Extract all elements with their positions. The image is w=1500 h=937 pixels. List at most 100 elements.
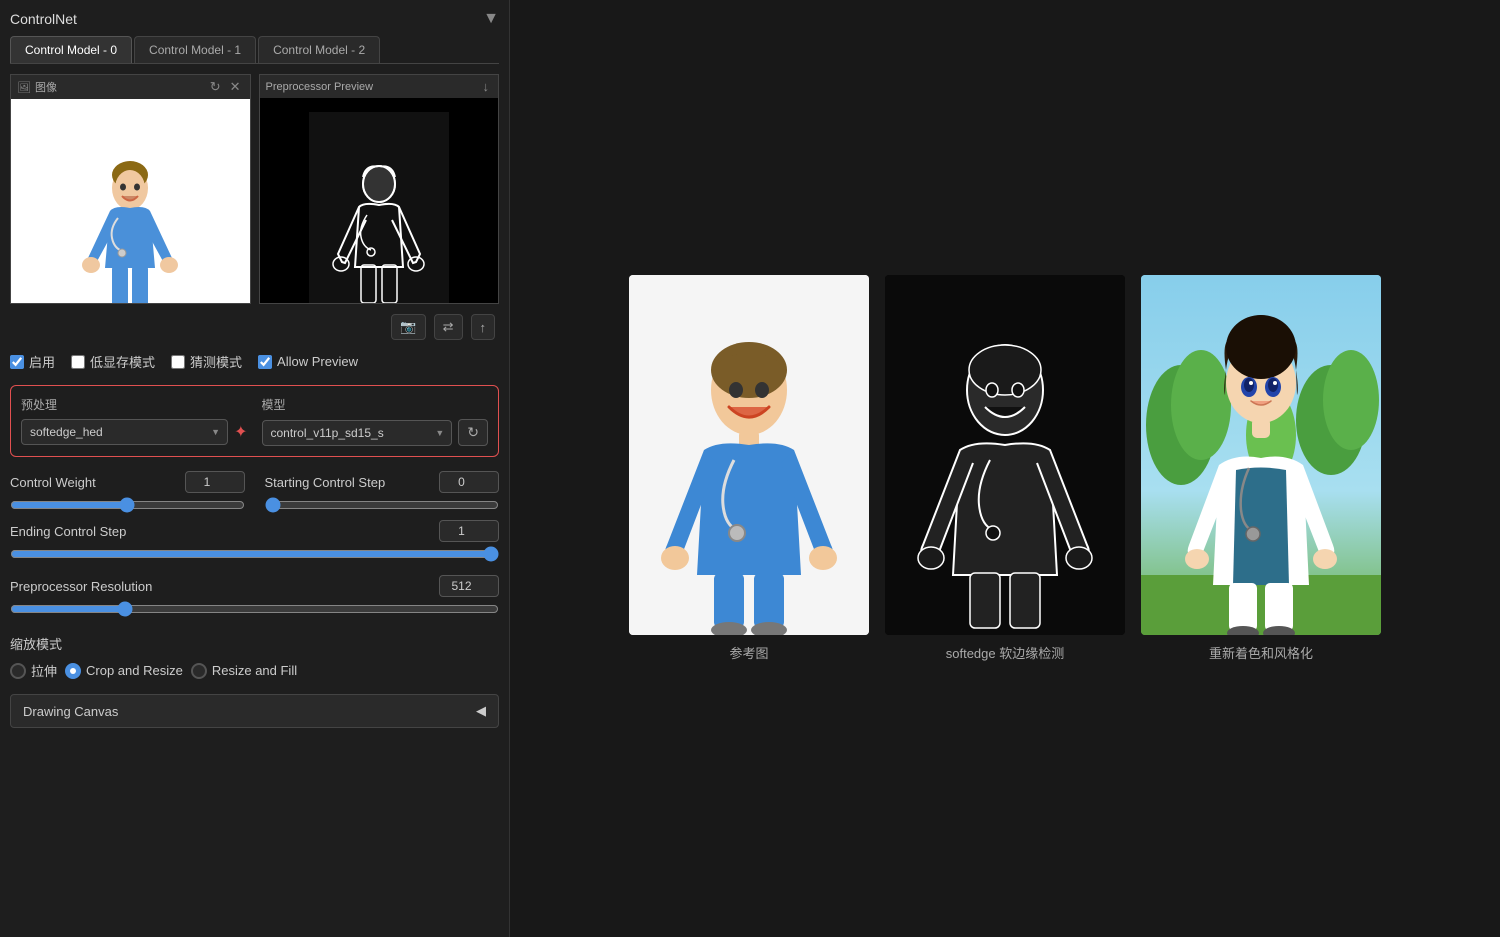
preview-image-panel: Preprocessor Preview ↓	[259, 74, 500, 304]
enable-checkbox[interactable]: 启用	[10, 352, 55, 371]
preview-image-display	[260, 98, 499, 304]
checkbox-row: 启用 低显存模式 猜测模式 Allow Preview	[10, 352, 499, 371]
nurse-svg	[60, 113, 200, 304]
scale-stretch-radio[interactable]	[10, 663, 26, 679]
low-memory-input[interactable]	[71, 355, 85, 369]
anime-label: 重新着色和风格化	[1209, 643, 1313, 662]
preview-panel-label: Preprocessor Preview	[266, 81, 374, 93]
source-panel-label: 图像	[35, 79, 57, 95]
preview-panel-header: Preprocessor Preview ↓	[260, 75, 499, 98]
tab-bar: Control Model - 0 Control Model - 1 Cont…	[10, 36, 499, 64]
allow-preview-checkbox[interactable]: Allow Preview	[258, 354, 358, 369]
model-refresh-button[interactable]: ↻	[458, 419, 488, 446]
ending-step-slider[interactable]	[10, 546, 499, 562]
reference-image	[629, 275, 869, 635]
preprocessor-select-wrapper: softedge_hed	[21, 419, 228, 445]
source-image-panel: 🖼 图像 ↻ ✕	[10, 74, 251, 304]
control-weight-header: Control Weight	[10, 471, 245, 493]
model-select[interactable]: control_v11p_sd15_s	[262, 420, 453, 446]
starting-step-slider[interactable]	[265, 497, 500, 513]
two-col-sliders: Control Weight Starting Control Step	[10, 471, 499, 516]
result-item-reference: 参考图	[629, 275, 869, 662]
control-weight-slider[interactable]	[10, 497, 245, 513]
result-item-anime: 重新着色和风格化	[1141, 275, 1381, 662]
close-source-button[interactable]: ✕	[227, 78, 244, 96]
model-section: 预处理 softedge_hed ✦ 模型	[10, 385, 499, 457]
drawing-canvas-arrow-icon: ◀	[476, 703, 486, 719]
guess-mode-input[interactable]	[171, 355, 185, 369]
left-panel: ControlNet ▼ Control Model - 0 Control M…	[0, 0, 510, 937]
result-images: 参考图	[629, 275, 1381, 662]
collapse-arrow-icon[interactable]: ▼	[483, 10, 499, 28]
control-weight-label: Control Weight	[10, 475, 150, 490]
drawing-canvas-section[interactable]: Drawing Canvas ◀	[10, 694, 499, 728]
reference-label: 参考图	[729, 643, 768, 662]
scale-stretch-label: 拉伸	[31, 661, 57, 680]
controlnet-header: ControlNet ▼	[10, 10, 499, 28]
outline-svg	[309, 112, 449, 304]
scale-crop-radio[interactable]	[65, 663, 81, 679]
scale-fill-option[interactable]: Resize and Fill	[191, 663, 297, 679]
camera-button[interactable]: 📷	[391, 314, 425, 340]
ending-step-input[interactable]	[439, 520, 499, 542]
guess-mode-label: 猜测模式	[190, 352, 242, 371]
starting-step-input[interactable]	[439, 471, 499, 493]
swap-button[interactable]: ⇄	[434, 314, 463, 340]
model-label: 模型	[262, 396, 489, 413]
fire-icon: ✦	[234, 422, 247, 442]
low-memory-checkbox[interactable]: 低显存模式	[71, 352, 155, 371]
ending-step-header: Ending Control Step	[10, 520, 499, 542]
enable-input[interactable]	[10, 355, 24, 369]
scale-mode-section: 缩放模式 拉伸 Crop and Resize Resize and Fill	[10, 634, 499, 680]
scale-mode-label: 缩放模式	[10, 634, 499, 653]
right-panel: 参考图	[510, 0, 1500, 937]
tab-control-model-2[interactable]: Control Model - 2	[258, 36, 380, 63]
drawing-canvas-label: Drawing Canvas	[23, 704, 118, 719]
action-row: 📷 ⇄ ↑	[10, 314, 499, 340]
anime-image-svg	[1141, 275, 1381, 635]
scale-fill-radio[interactable]	[191, 663, 207, 679]
preprocessor-select-row: softedge_hed ✦	[21, 419, 248, 445]
edge-image-svg	[885, 275, 1125, 635]
preproc-res-input[interactable]	[439, 575, 499, 597]
preprocessor-select[interactable]: softedge_hed	[21, 419, 228, 445]
control-weight-item: Control Weight	[10, 471, 245, 516]
tab-control-model-1[interactable]: Control Model - 1	[134, 36, 256, 63]
starting-step-header: Starting Control Step	[265, 471, 500, 493]
edge-image	[885, 275, 1125, 635]
scale-stretch-option[interactable]: 拉伸	[10, 661, 57, 680]
image-panels: 🖼 图像 ↻ ✕	[10, 74, 499, 304]
ending-control-step-section: Ending Control Step	[10, 520, 499, 565]
scale-options: 拉伸 Crop and Resize Resize and Fill	[10, 661, 499, 680]
control-weight-input[interactable]	[185, 471, 245, 493]
allow-preview-input[interactable]	[258, 355, 272, 369]
preproc-res-label: Preprocessor Resolution	[10, 579, 152, 594]
result-item-edge: softedge 软边缘检测	[885, 275, 1125, 662]
upload-button[interactable]: ↑	[471, 314, 496, 340]
download-preview-button[interactable]: ↓	[480, 78, 493, 95]
scale-crop-option[interactable]: Crop and Resize	[65, 663, 183, 679]
scale-crop-label: Crop and Resize	[86, 663, 183, 678]
source-image-display[interactable]	[11, 99, 250, 304]
tab-control-model-0[interactable]: Control Model - 0	[10, 36, 132, 63]
reference-image-svg	[629, 275, 869, 635]
model-select-row: control_v11p_sd15_s ↻	[262, 419, 489, 446]
source-panel-header: 🖼 图像 ↻ ✕	[11, 75, 250, 99]
guess-mode-checkbox[interactable]: 猜测模式	[171, 352, 242, 371]
model-select-wrapper: control_v11p_sd15_s	[262, 420, 453, 446]
preproc-res-slider[interactable]	[10, 601, 499, 617]
starting-control-step-item: Starting Control Step	[265, 471, 500, 516]
refresh-source-button[interactable]: ↻	[207, 78, 224, 96]
enable-label: 启用	[29, 352, 55, 371]
edge-label: softedge 软边缘检测	[946, 643, 1065, 662]
starting-step-label: Starting Control Step	[265, 475, 405, 490]
allow-preview-label: Allow Preview	[277, 354, 358, 369]
source-panel-controls: ↻ ✕	[207, 78, 244, 96]
model-row: 预处理 softedge_hed ✦ 模型	[21, 396, 488, 446]
anime-image	[1141, 275, 1381, 635]
preprocessor-col: 预处理 softedge_hed ✦	[21, 396, 248, 446]
preproc-res-header: Preprocessor Resolution	[10, 575, 499, 597]
low-memory-label: 低显存模式	[90, 352, 155, 371]
scale-fill-label: Resize and Fill	[212, 663, 297, 678]
preprocessor-resolution-section: Preprocessor Resolution	[10, 575, 499, 620]
